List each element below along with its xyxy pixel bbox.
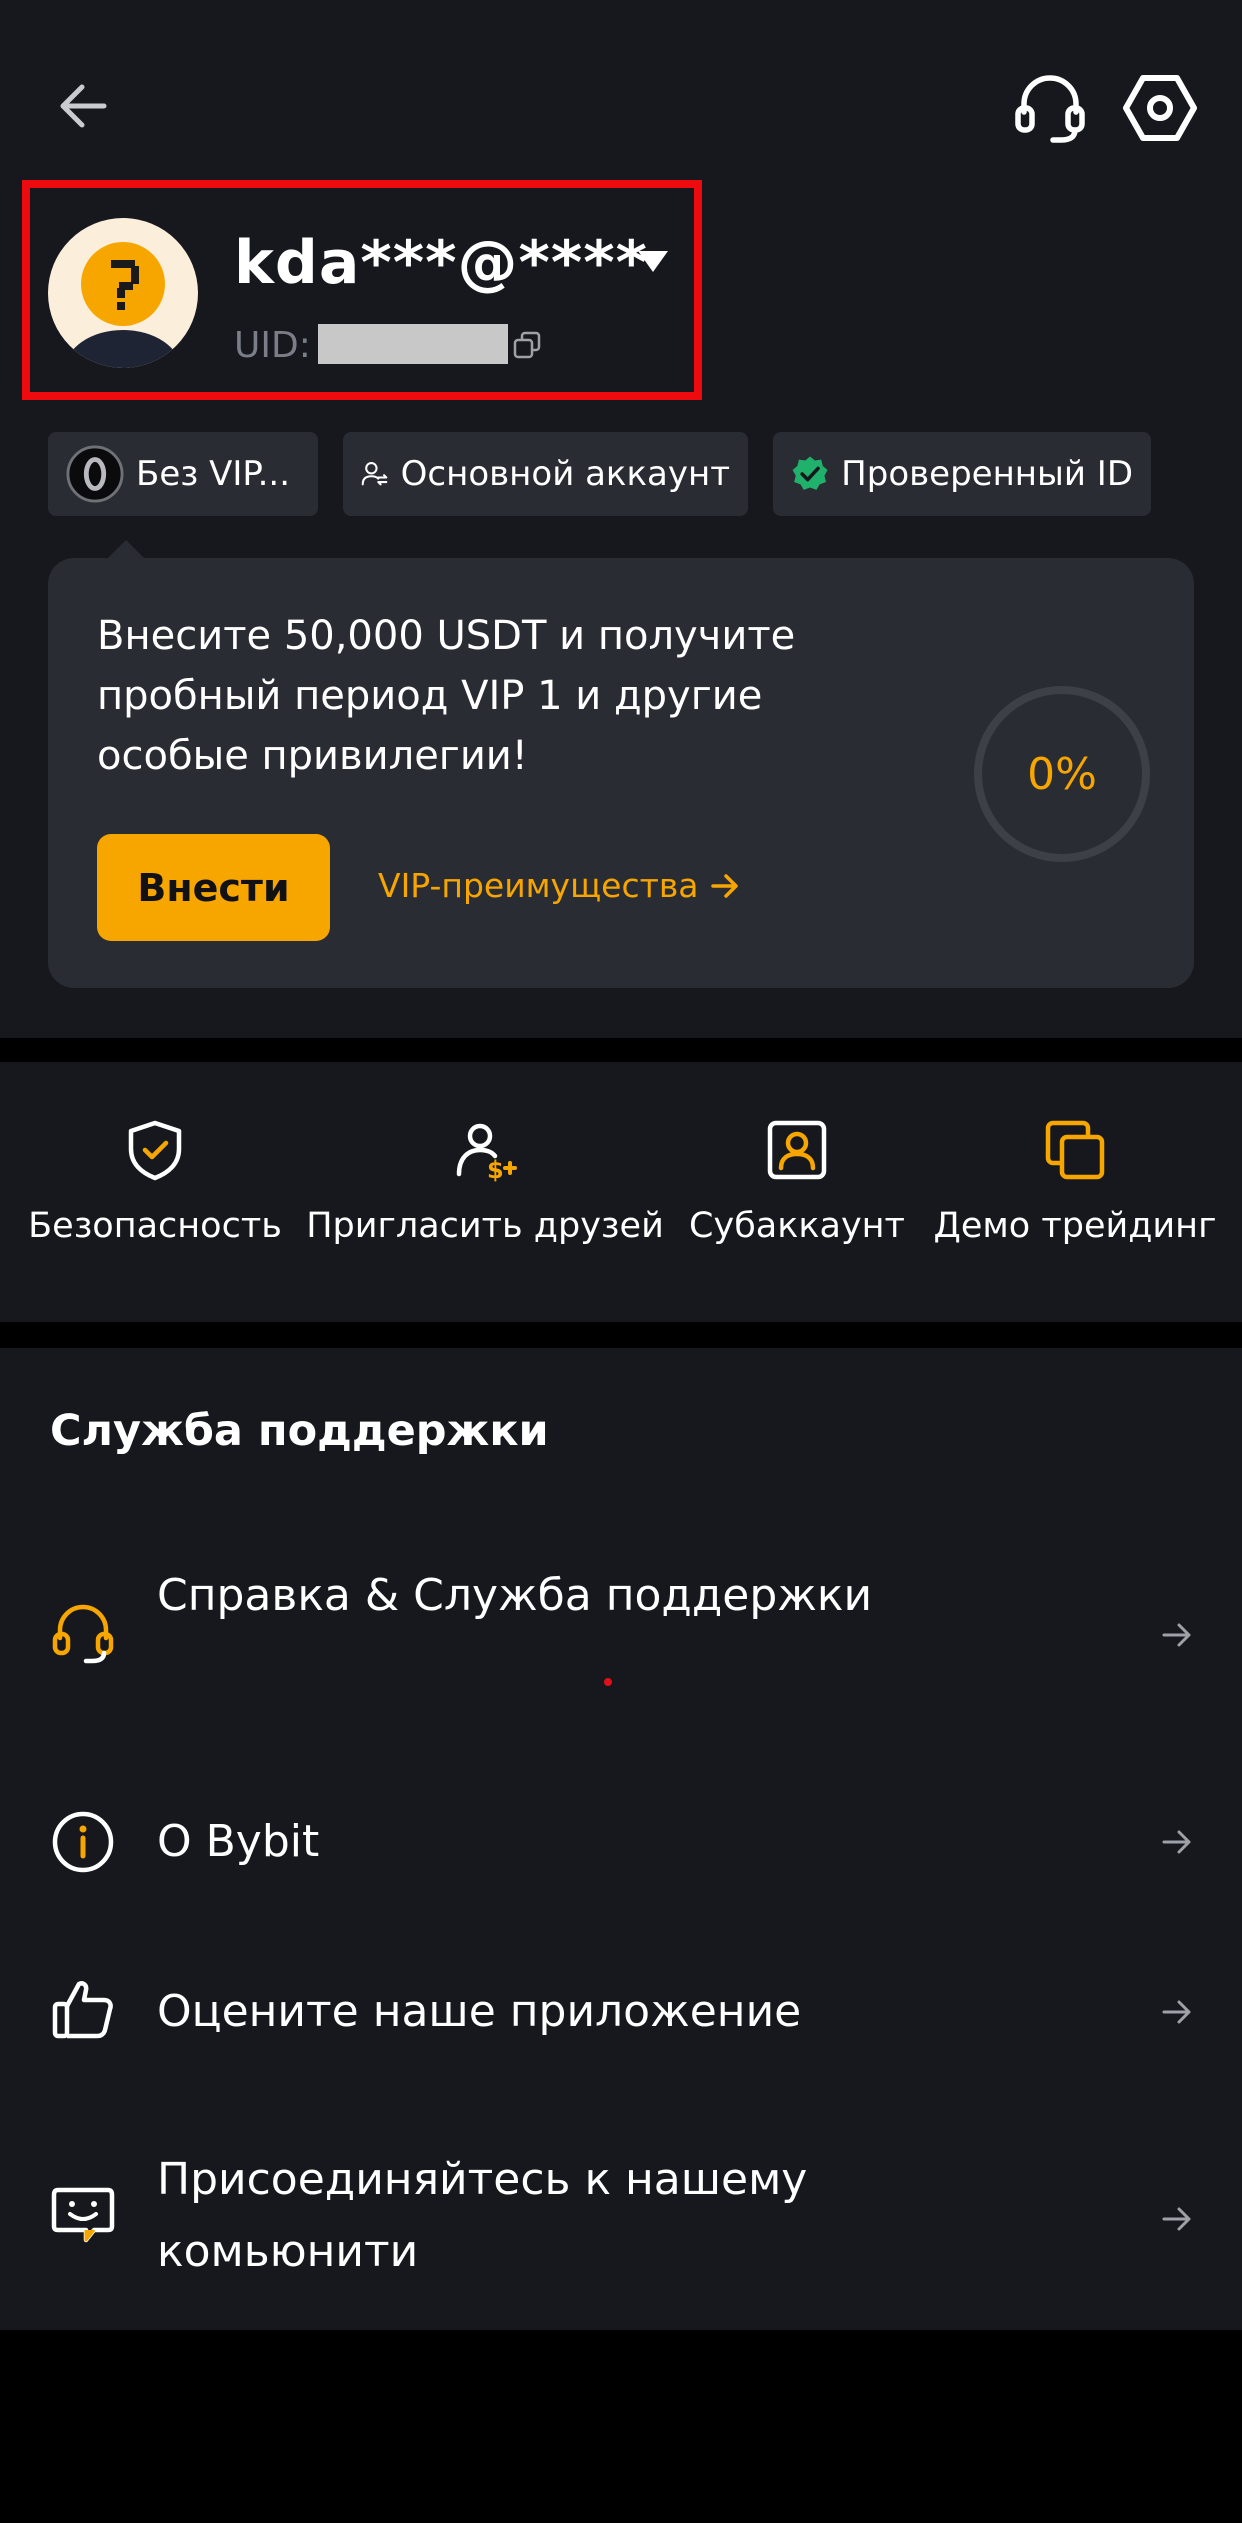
menu-label: Справка & Служба поддержки	[157, 1570, 873, 1621]
arrow-right-icon	[1162, 1830, 1191, 1854]
menu-item-rate-app[interactable]: Оцените наше приложение	[0, 1976, 1242, 2048]
thumbs-up-icon	[52, 1981, 113, 2039]
menu-item-community[interactable]: Присоединяйтесь к нашему комьюнити	[0, 2144, 1242, 2294]
uid-label: UID:	[234, 325, 311, 366]
progress-percent: 0%	[1027, 748, 1097, 800]
info-icon	[52, 1811, 114, 1873]
user-dollar-icon: $	[456, 1123, 517, 1182]
copy-icon	[513, 331, 541, 359]
back-button[interactable]	[48, 70, 120, 142]
account-chip-label: Основной аккаунт	[400, 454, 730, 494]
verified-badge-icon	[792, 456, 828, 490]
support-button[interactable]	[1010, 68, 1090, 148]
chat-smile-icon	[51, 2187, 115, 2243]
invite-friends-action[interactable]: $ Пригласить друзей	[306, 1118, 664, 1278]
svg-text:$: $	[487, 1156, 504, 1182]
overlapping-squares-icon	[1045, 1120, 1105, 1180]
settings-hexagon-icon	[1123, 75, 1197, 141]
promo-text: Внесите 50,000 USDT и получите пробный п…	[97, 613, 796, 779]
demo-trading-action[interactable]: Демо трейдинг	[934, 1118, 1216, 1278]
demo-trading-label: Демо трейдинг	[933, 1206, 1217, 1246]
caret-down-icon	[638, 251, 668, 272]
user-switch-icon	[361, 462, 388, 486]
avatar[interactable]	[48, 218, 198, 368]
deposit-button[interactable]: Внести	[97, 834, 330, 941]
verified-chip-label: Проверенный ID	[841, 454, 1133, 494]
security-label: Безопасность	[28, 1206, 282, 1246]
vip-level-chip[interactable]: Без VIP...	[48, 432, 318, 516]
arrow-right-icon	[1162, 1623, 1191, 1647]
security-action[interactable]: Безопасность	[28, 1118, 282, 1278]
support-section-title: Служба поддержки	[50, 1406, 549, 1456]
headset-icon	[1015, 75, 1085, 143]
arrow-left-icon	[60, 84, 107, 128]
user-square-icon	[767, 1120, 827, 1180]
headset-icon	[52, 1604, 114, 1664]
settings-button[interactable]	[1120, 68, 1200, 148]
vip-chip-label: Без VIP...	[136, 454, 291, 494]
menu-label: Оцените наше приложение	[157, 1986, 802, 2037]
vip-benefits-label: VIP-преимущества	[378, 866, 699, 905]
chip-pointer	[108, 540, 144, 558]
menu-label: О Bybit	[157, 1816, 320, 1867]
arrow-right-icon	[1162, 2000, 1191, 2024]
username[interactable]: kda***@****	[234, 228, 648, 298]
notification-dot	[604, 1678, 612, 1686]
uid-value-redacted	[318, 324, 508, 364]
subaccount-label: Субаккаунт	[689, 1206, 905, 1246]
menu-item-help-support[interactable]: Справка & Служба поддержки	[0, 1560, 1242, 1710]
arrow-right-icon	[1162, 2207, 1191, 2231]
arrow-right-icon	[710, 873, 738, 898]
account-type-chip[interactable]: Основной аккаунт	[343, 432, 748, 516]
vip-benefits-link[interactable]: VIP-преимущества	[378, 866, 741, 905]
vip-zero-icon	[66, 445, 124, 503]
copy-uid-button[interactable]	[512, 330, 542, 360]
subaccount-action[interactable]: Субаккаунт	[689, 1118, 905, 1278]
menu-label: Присоединяйтесь к нашему комьюнити	[157, 2154, 808, 2277]
verified-id-chip[interactable]: Проверенный ID	[773, 432, 1151, 516]
shield-check-icon	[128, 1120, 182, 1181]
question-mark-avatar	[48, 218, 198, 368]
invite-friends-label: Пригласить друзей	[306, 1206, 664, 1246]
menu-item-about[interactable]: О Bybit	[0, 1806, 1242, 1878]
account-switch-caret[interactable]	[636, 248, 670, 274]
